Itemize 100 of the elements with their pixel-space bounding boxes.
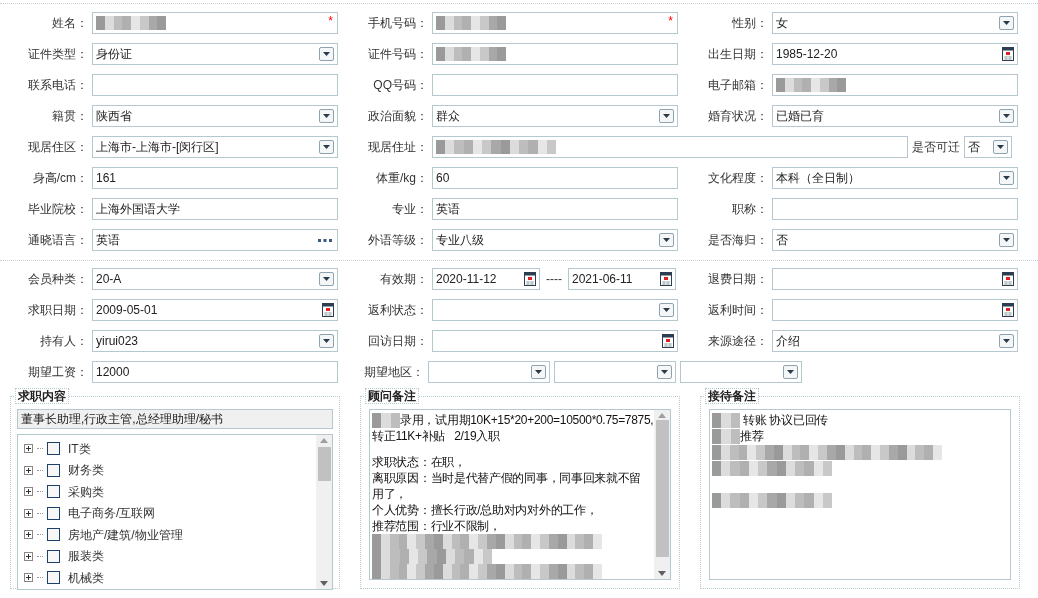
- text-field[interactable]: [92, 74, 338, 96]
- date-field[interactable]: [432, 330, 678, 352]
- dropdown-button[interactable]: [993, 140, 1008, 154]
- notes-textarea[interactable]: 转账 协议已回传 推荐: [709, 409, 1011, 580]
- expand-icon[interactable]: [24, 444, 33, 454]
- calendar-icon[interactable]: [322, 303, 334, 317]
- dropdown-button[interactable]: [999, 233, 1014, 247]
- scroll-down-icon[interactable]: [658, 571, 666, 576]
- dropdown-button[interactable]: [783, 365, 798, 379]
- text-field[interactable]: 上海外国语大学: [92, 198, 338, 220]
- dropdown-button[interactable]: [999, 16, 1014, 30]
- checkbox[interactable]: [47, 506, 60, 520]
- dropdown-button[interactable]: [319, 47, 334, 61]
- select-field[interactable]: 20-A: [92, 268, 338, 290]
- select-field[interactable]: [432, 299, 678, 321]
- dropdown-button[interactable]: [319, 109, 334, 123]
- scrollbar[interactable]: [316, 435, 332, 589]
- select-field[interactable]: 专业八级: [432, 229, 678, 251]
- dropdown-button[interactable]: [659, 303, 674, 317]
- range-separator: ----: [545, 271, 563, 288]
- selected-jobs-field[interactable]: 董事长助理,行政主管,总经理助理/秘书: [17, 409, 333, 429]
- dropdown-button[interactable]: [659, 233, 674, 247]
- dropdown-button[interactable]: [319, 334, 334, 348]
- ellipsis-icon[interactable]: [318, 238, 332, 242]
- scrollbar[interactable]: [654, 410, 670, 579]
- select-field[interactable]: [428, 361, 550, 383]
- expand-icon[interactable]: [24, 551, 33, 561]
- caret-icon: [661, 370, 668, 374]
- caret-icon: [323, 339, 330, 343]
- text-field[interactable]: 英语: [432, 198, 678, 220]
- dropdown-button[interactable]: [999, 171, 1014, 185]
- tree-item[interactable]: 服装类: [24, 545, 316, 567]
- calendar-icon[interactable]: [1002, 303, 1014, 317]
- required-mark: *: [668, 13, 673, 30]
- dropdown-button[interactable]: [659, 109, 674, 123]
- text-field[interactable]: [432, 43, 678, 65]
- field-label: 证件号码：: [367, 46, 428, 63]
- calendar-icon[interactable]: [1002, 272, 1014, 286]
- dropdown-button[interactable]: [999, 334, 1014, 348]
- select-field[interactable]: [680, 361, 802, 383]
- expand-icon[interactable]: [24, 508, 33, 518]
- date-field[interactable]: 1985-12-20: [772, 43, 1018, 65]
- select-field[interactable]: [554, 361, 676, 383]
- checkbox[interactable]: [47, 528, 60, 542]
- text-field[interactable]: [772, 74, 1018, 96]
- checkbox[interactable]: [47, 485, 60, 499]
- tree-item[interactable]: 电子商务/互联网: [24, 502, 316, 524]
- tree-item[interactable]: 采购类: [24, 481, 316, 503]
- tree-item[interactable]: IT类: [24, 438, 316, 460]
- calendar-icon[interactable]: [662, 334, 674, 348]
- select-field[interactable]: 否: [772, 229, 1018, 251]
- dropdown-button[interactable]: [999, 109, 1014, 123]
- text-field[interactable]: 60: [432, 167, 678, 189]
- text-field[interactable]: 12000: [92, 361, 338, 383]
- date-field[interactable]: 2009-05-01: [92, 299, 338, 321]
- text-field[interactable]: *: [92, 12, 338, 34]
- dropdown-button[interactable]: [319, 140, 334, 154]
- select-field[interactable]: 身份证: [92, 43, 338, 65]
- text-field[interactable]: [432, 136, 908, 158]
- tree-item[interactable]: 机械类: [24, 567, 316, 589]
- select-field[interactable]: 否: [964, 136, 1012, 158]
- scrollbar-thumb[interactable]: [317, 447, 331, 481]
- dropdown-button[interactable]: [657, 365, 672, 379]
- calendar-icon[interactable]: [1002, 47, 1014, 61]
- select-field[interactable]: 女: [772, 12, 1018, 34]
- expand-icon[interactable]: [24, 530, 33, 540]
- scroll-down-icon[interactable]: [320, 580, 328, 586]
- tree-item[interactable]: 财务类: [24, 459, 316, 481]
- picker-field[interactable]: 英语: [92, 229, 338, 251]
- checkbox[interactable]: [47, 463, 60, 477]
- select-field[interactable]: 介绍: [772, 330, 1018, 352]
- dropdown-button[interactable]: [319, 272, 334, 286]
- text-field[interactable]: 161: [92, 167, 338, 189]
- expand-icon[interactable]: [24, 487, 33, 497]
- text-field[interactable]: [432, 74, 678, 96]
- scrollbar-thumb[interactable]: [655, 420, 669, 557]
- date-field[interactable]: 2020-11-12: [432, 268, 540, 290]
- expand-icon[interactable]: [24, 573, 33, 583]
- expand-icon[interactable]: [24, 465, 33, 475]
- tree-item[interactable]: 房地产/建筑/物业管理: [24, 524, 316, 546]
- select-field[interactable]: 陕西省: [92, 105, 338, 127]
- select-field[interactable]: yirui023: [92, 330, 338, 352]
- select-field[interactable]: 本科（全日制）: [772, 167, 1018, 189]
- checkbox[interactable]: [47, 442, 60, 456]
- select-field[interactable]: 上海市-上海市-[闵行区]: [92, 136, 338, 158]
- field-label: 持有人：: [39, 333, 88, 350]
- text-field[interactable]: [772, 198, 1018, 220]
- date-field[interactable]: [772, 299, 1018, 321]
- select-field[interactable]: 群众: [432, 105, 678, 127]
- text-field[interactable]: *: [432, 12, 678, 34]
- select-field[interactable]: 已婚已育: [772, 105, 1018, 127]
- checkbox[interactable]: [47, 549, 60, 563]
- notes-textarea[interactable]: 录用，试用期10K+15*20+200=10500*0.75=7875, 转正11K+补贴 2/19入职 求职状态：在职， 离职原因：当时是代替产假的同事，同事回来就不留 用了， 个人优势：擅长行政/总助对内对外的工作， 推荐范围：行业不限制，: [369, 409, 671, 580]
- checkbox[interactable]: [47, 571, 60, 585]
- field-label: QQ号码：: [372, 77, 428, 94]
- calendar-icon[interactable]: [524, 272, 536, 286]
- date-field[interactable]: [772, 268, 1018, 290]
- date-field[interactable]: 2021-06-11: [568, 268, 676, 290]
- calendar-icon[interactable]: [660, 272, 672, 286]
- dropdown-button[interactable]: [531, 365, 546, 379]
